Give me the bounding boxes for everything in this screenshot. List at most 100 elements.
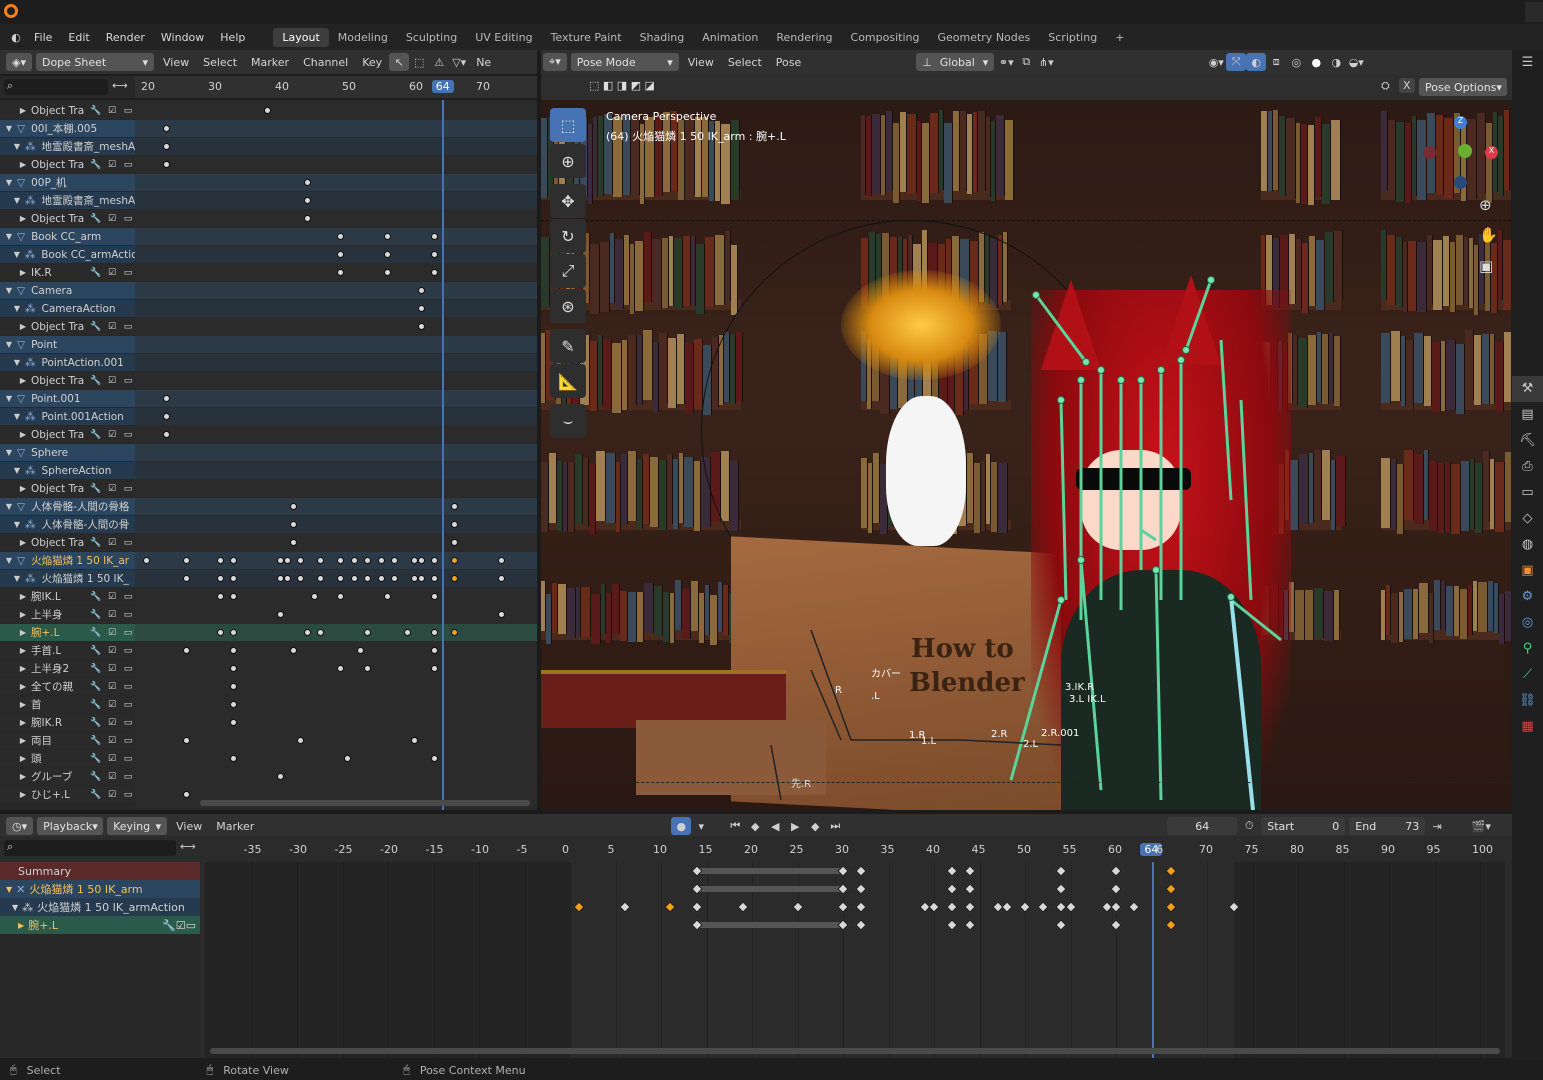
solid-shading-icon[interactable]: ● [1306,53,1326,71]
channel-row[interactable]: ▶ IK.R 🔧 ☑ ▭ [0,264,135,281]
expand-arrow-icon[interactable]: ▼ [12,574,22,583]
keyframe-dot[interactable] [417,323,425,330]
keyframe-row[interactable] [135,264,537,281]
viewport-editor-type[interactable]: ⌖▾ [543,53,567,71]
channel-row[interactable]: ▼ ▽ 火焔猫燐 1 50 IK_ar [0,552,135,569]
expand-arrow-icon[interactable]: ▶ [18,664,28,673]
tab-scripting[interactable]: Scripting [1039,28,1106,47]
expand-arrow-icon[interactable]: ▼ [12,466,22,475]
keyframe-row[interactable] [135,246,537,263]
vp-menu-select[interactable]: Select [721,56,769,69]
keyframe-diamond[interactable] [855,919,867,931]
rotate-tool[interactable]: ↻ [550,219,586,253]
ds-menu-select[interactable]: Select [196,56,244,69]
channel-toggle-icons[interactable]: 🔧 ☑ ▭ [87,428,135,441]
keyframe-diamond[interactable] [837,901,849,913]
bone-joint[interactable] [1077,376,1085,384]
keyframe-diamond[interactable] [1055,883,1068,895]
keyframe-row[interactable] [135,588,537,605]
tl-channel-summary[interactable]: Summary [0,862,200,880]
warning-icon[interactable]: ⚠ [429,53,449,71]
keyframe-dot[interactable] [216,557,224,564]
expand-arrow-icon[interactable]: ▶ [18,592,28,601]
expand-arrow-icon[interactable]: ▶ [18,376,28,385]
gizmo-neg-z-icon[interactable] [1454,176,1467,189]
channel-toggle-icons[interactable]: 🔧 ☑ ▭ [87,698,135,711]
keyframe-diamond[interactable] [1110,901,1122,913]
keyframe-row[interactable] [135,408,537,425]
keyframe-row[interactable] [135,606,537,623]
channel-toggle-icons[interactable]: 🔧 ☑ ▭ [87,158,135,171]
expand-arrow-icon[interactable]: ▼ [4,124,14,133]
channel-row[interactable]: ▼ ▽ Book CC_arm [0,228,135,245]
keyframe-diamond[interactable] [1055,865,1068,877]
channel-row[interactable]: ▼ ▽ Point [0,336,135,353]
cursor-tool[interactable]: ⊕ [550,144,586,178]
ds-new-button[interactable]: Ne [469,56,498,69]
bone[interactable] [1230,598,1282,642]
record-options-icon[interactable]: ▾ [691,817,711,835]
tab-geometry-nodes[interactable]: Geometry Nodes [928,28,1039,47]
bone[interactable] [1079,559,1103,791]
channel-row[interactable]: ▶ 手首.L 🔧 ☑ ▭ [0,642,135,659]
gizmo-icon[interactable]: ⤧ [1226,53,1247,71]
channel-row[interactable]: ▶ 全ての親 🔧 ☑ ▭ [0,678,135,695]
channel-toggle-icons[interactable]: 🔧 ☑ ▭ [87,680,135,693]
keyframe-row[interactable] [135,660,537,677]
armature-tab-icon[interactable]: ⚲ [1512,636,1543,662]
keyframe-dot[interactable] [216,575,224,582]
channel-row[interactable]: ▼ ▽ 00I_本棚.005 [0,120,135,137]
end-frame-field[interactable]: End 73 [1349,817,1426,835]
bone-joint[interactable] [1032,291,1040,299]
expand-arrow-icon[interactable]: ▼ [4,502,14,511]
keyframe-dot[interactable] [350,557,358,564]
tool-tab-icon[interactable]: ⚒ [1512,376,1543,402]
tab-layout[interactable]: Layout [273,27,329,47]
timeline-ruler[interactable]: -35 -30 -25 -20 -15 -10 -5 0 5 10 15 20 25 30 35 40 45 50… [205,838,1505,860]
vp-menu-pose[interactable]: Pose [769,56,808,69]
keyframe-dot[interactable] [377,575,385,582]
armature-bones[interactable] [541,100,1511,810]
keyframe-dot[interactable] [411,557,418,564]
record-icon[interactable]: ● [671,817,692,835]
keyframe-row[interactable] [135,138,537,155]
keyframe-diamond[interactable] [946,901,958,913]
dopesheet-channel-list[interactable]: ▶ Object Tra 🔧 ☑ ▭ ▼ ▽ 00I_本棚.005 ▼ ⁂ 地霊殿書斎_meshA ▶… [0,100,135,810]
ds-menu-channel[interactable]: Channel [296,56,355,69]
ds-menu-view[interactable]: View [156,56,196,69]
clapboard-icon[interactable]: 🎬▾ [1471,817,1491,835]
filter-icon[interactable]: ▽▾ [449,53,469,71]
frame-range-icon[interactable]: ⇥ [1427,817,1447,835]
channel-row[interactable]: ▶ Object Tra 🔧 ☑ ▭ [0,210,135,227]
bone-joint[interactable] [1182,346,1190,354]
keyframe-dot[interactable] [390,575,398,582]
channel-row[interactable]: ▶ Object Tra 🔧 ☑ ▭ [0,156,135,173]
tab-shading[interactable]: Shading [631,28,694,47]
channel-row[interactable]: ▶ Object Tra 🔧 ☑ ▭ [0,534,135,551]
add-workspace-button[interactable]: + [1106,28,1133,47]
ds-menu-key[interactable]: Key [355,56,389,69]
keyframe-diamond[interactable] [573,901,585,913]
material-shading-icon[interactable]: ◑ [1326,53,1346,71]
keyframe-diamond[interactable] [664,901,676,913]
keyframe-row[interactable] [135,732,537,749]
keyframe-diamond[interactable] [964,901,977,913]
tl-menu-view[interactable]: View [169,820,209,833]
render-tab-icon[interactable]: ⛏ [1512,428,1543,454]
timeline-editor-type[interactable]: ◷▾ [6,817,34,835]
physics-tab-icon[interactable]: ◎ [1512,610,1543,636]
gizmo-z-axis-icon[interactable]: Z [1454,116,1467,129]
channel-row[interactable]: ▶ 首 🔧 ☑ ▭ [0,696,135,713]
move-tool[interactable]: ✥ [550,184,586,218]
tab-texture-paint[interactable]: Texture Paint [542,28,631,47]
channel-toggle-icons[interactable]: 🔧 ☑ ▭ [87,374,135,387]
channel-toggle-icons[interactable]: 🔧 ☑ ▭ [87,770,135,783]
keyframe-dot[interactable] [283,557,291,564]
keyframe-row[interactable] [135,318,537,335]
keyframe-dot[interactable] [411,575,418,582]
expand-arrow-icon[interactable]: ▼ [4,556,14,565]
dopesheet-mode-select[interactable]: Dope Sheet ▾ [35,53,154,71]
pose-options-button[interactable]: Pose Options ▾ [1419,78,1507,96]
channel-row[interactable]: ▼ ▽ Point.001 [0,390,135,407]
navigation-gizmo[interactable]: Z X [1421,116,1501,196]
